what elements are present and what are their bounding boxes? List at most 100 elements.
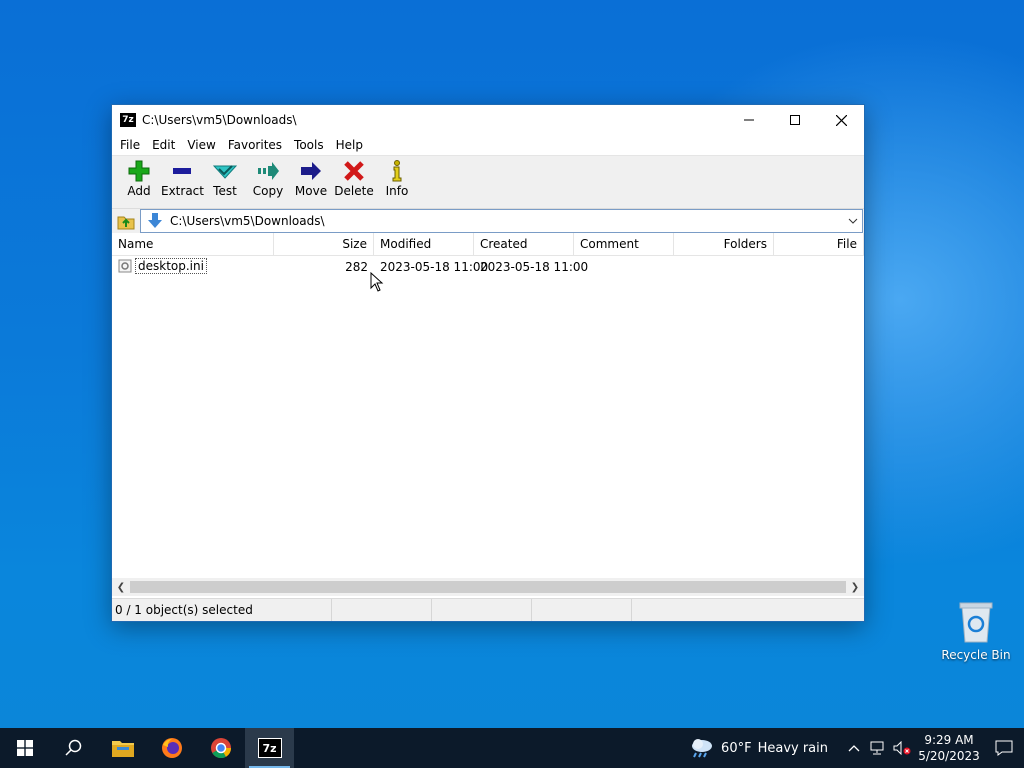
menu-help[interactable]: Help bbox=[330, 138, 369, 152]
address-bar: C:\Users\vm5\Downloads\ bbox=[112, 209, 864, 234]
menu-file[interactable]: File bbox=[114, 138, 146, 152]
weather-temperature: 60°F bbox=[721, 740, 752, 756]
firefox-icon bbox=[161, 738, 182, 758]
info-icon bbox=[392, 160, 402, 182]
file-modified: 2023-05-18 11:00 bbox=[380, 260, 489, 274]
status-size bbox=[332, 599, 432, 621]
file-explorer-taskbar-button[interactable] bbox=[98, 728, 147, 768]
info-button[interactable]: Info bbox=[376, 156, 418, 198]
network-button[interactable] bbox=[866, 741, 890, 755]
address-path[interactable]: C:\Users\vm5\Downloads\ bbox=[166, 214, 844, 228]
menu-favorites[interactable]: Favorites bbox=[222, 138, 288, 152]
menu-bar: File Edit View Favorites Tools Help bbox=[112, 135, 864, 156]
folder-up-icon bbox=[117, 216, 135, 230]
file-row[interactable]: desktop.ini 282 2023-05-18 11:00 2023-05… bbox=[112, 256, 864, 278]
recycle-bin-label: Recycle Bin bbox=[941, 648, 1011, 662]
delete-button[interactable]: Delete bbox=[333, 156, 375, 198]
delete-icon bbox=[344, 161, 364, 181]
start-button[interactable] bbox=[0, 728, 49, 768]
menu-view[interactable]: View bbox=[181, 138, 221, 152]
test-button[interactable]: Test bbox=[204, 156, 246, 198]
menu-edit[interactable]: Edit bbox=[146, 138, 181, 152]
copy-label: Copy bbox=[252, 184, 284, 198]
minimize-icon bbox=[744, 119, 754, 121]
extract-icon bbox=[173, 168, 191, 174]
search-icon bbox=[64, 739, 81, 756]
volume-button[interactable] bbox=[890, 741, 914, 755]
windows-logo-icon bbox=[16, 740, 33, 756]
file-name: desktop.ini bbox=[135, 258, 207, 274]
chevron-up-icon bbox=[848, 745, 860, 752]
7zip-app-icon: 7z bbox=[120, 113, 136, 127]
info-label: Info bbox=[385, 184, 409, 198]
menu-tools[interactable]: Tools bbox=[288, 138, 330, 152]
folder-icon bbox=[111, 741, 134, 757]
copy-button[interactable]: Copy bbox=[247, 156, 289, 198]
column-created[interactable]: Created bbox=[474, 233, 574, 255]
test-label: Test bbox=[213, 184, 237, 198]
maximize-button[interactable] bbox=[772, 105, 818, 135]
weather-widget[interactable]: 60°F Heavy rain bbox=[689, 737, 828, 759]
scroll-right-icon[interactable]: ❯ bbox=[846, 582, 864, 593]
firefox-taskbar-button[interactable] bbox=[147, 728, 196, 768]
notification-icon bbox=[995, 740, 1013, 756]
7zip-file-manager-window: 7z C:\Users\vm5\Downloads\ File Edit Vie… bbox=[111, 104, 865, 622]
scroll-left-icon[interactable]: ❮ bbox=[112, 582, 130, 593]
action-center-button[interactable] bbox=[984, 740, 1024, 756]
chrome-taskbar-button[interactable] bbox=[196, 728, 245, 768]
recycle-bin-icon bbox=[956, 600, 996, 644]
clock-date: 5/20/2023 bbox=[918, 749, 980, 763]
column-folders[interactable]: Folders bbox=[674, 233, 774, 255]
chrome-icon bbox=[210, 738, 231, 759]
search-button[interactable] bbox=[49, 728, 98, 768]
volume-muted-icon bbox=[893, 741, 911, 755]
column-size[interactable]: Size bbox=[274, 233, 374, 255]
add-icon bbox=[128, 160, 150, 182]
scroll-thumb[interactable] bbox=[130, 581, 846, 593]
system-tray: 60°F Heavy rain 9:29 AM 5/20/2023 bbox=[689, 728, 1024, 768]
move-button[interactable]: Move bbox=[290, 156, 332, 198]
show-hidden-icons-button[interactable] bbox=[842, 744, 866, 752]
extract-button[interactable]: Extract bbox=[161, 156, 204, 198]
delete-label: Delete bbox=[334, 184, 374, 198]
7zip-taskbar-icon: 7z bbox=[257, 738, 282, 758]
column-headers: Name Size Modified Created Comment Folde… bbox=[112, 233, 864, 256]
close-icon bbox=[835, 114, 847, 126]
toolbar: Add Extract Test Copy Move Delete Info bbox=[112, 156, 864, 209]
title-bar[interactable]: 7z C:\Users\vm5\Downloads\ bbox=[112, 105, 864, 135]
minimize-button[interactable] bbox=[726, 105, 772, 135]
extract-label: Extract bbox=[161, 184, 204, 198]
taskbar: 7z 60°F Heavy rain 9:29 AM 5/20/2023 bbox=[0, 728, 1024, 768]
download-arrow-icon bbox=[148, 213, 162, 228]
file-name-cell: desktop.ini bbox=[112, 258, 274, 276]
weather-condition: Heavy rain bbox=[757, 740, 828, 756]
copy-icon bbox=[258, 162, 279, 180]
add-button[interactable]: Add bbox=[118, 156, 160, 198]
chevron-down-icon bbox=[848, 218, 858, 224]
settings-file-icon bbox=[118, 259, 132, 273]
move-icon bbox=[301, 162, 321, 180]
column-files[interactable]: File bbox=[774, 233, 864, 255]
file-list[interactable]: Name Size Modified Created Comment Folde… bbox=[112, 233, 864, 578]
rain-cloud-icon bbox=[692, 739, 713, 758]
horizontal-scrollbar[interactable]: ❮ ❯ bbox=[112, 578, 864, 596]
up-folder-button[interactable] bbox=[112, 209, 140, 233]
network-icon bbox=[870, 741, 884, 755]
recycle-bin-desktop-icon[interactable]: Recycle Bin bbox=[940, 600, 1012, 662]
move-label: Move bbox=[294, 184, 328, 198]
test-icon bbox=[213, 165, 237, 179]
close-button[interactable] bbox=[818, 105, 864, 135]
7zip-taskbar-button[interactable]: 7z bbox=[245, 728, 294, 768]
maximize-icon bbox=[790, 115, 800, 125]
address-combobox[interactable]: C:\Users\vm5\Downloads\ bbox=[140, 209, 863, 233]
column-name[interactable]: Name bbox=[112, 233, 274, 255]
clock[interactable]: 9:29 AM 5/20/2023 bbox=[918, 732, 980, 764]
window-title: C:\Users\vm5\Downloads\ bbox=[142, 113, 297, 127]
add-label: Add bbox=[127, 184, 151, 198]
scroll-track[interactable] bbox=[130, 581, 846, 593]
clock-time: 9:29 AM bbox=[924, 733, 974, 747]
column-modified[interactable]: Modified bbox=[374, 233, 474, 255]
file-created: 2023-05-18 11:00 bbox=[480, 260, 589, 274]
status-bar: 0 / 1 object(s) selected bbox=[112, 598, 864, 621]
column-comment[interactable]: Comment bbox=[574, 233, 674, 255]
